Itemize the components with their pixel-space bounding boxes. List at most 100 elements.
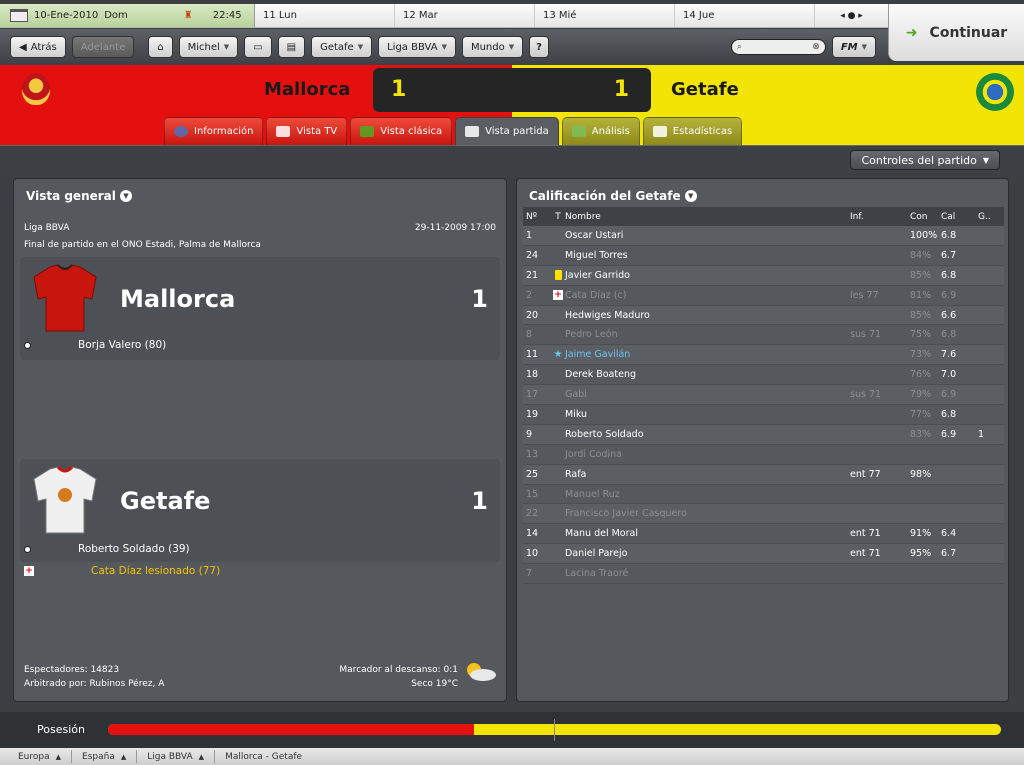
player-name[interactable]: Rafa (565, 469, 850, 480)
league-menu[interactable]: Liga BBVA ▼ (378, 36, 456, 58)
table-row[interactable]: 19 Miku 77% 6.8 (523, 405, 1004, 425)
away-team-name[interactable]: Getafe (671, 79, 739, 100)
player-number: 8 (526, 329, 533, 341)
player-name[interactable]: Roberto Soldado (565, 429, 850, 440)
player-name[interactable]: Pedro León (565, 329, 850, 340)
player-name[interactable]: Jaime Gavilán (565, 349, 850, 360)
player-info: ent 71 (850, 548, 881, 560)
info-icon (174, 126, 188, 137)
away-team-title[interactable]: Getafe (120, 487, 210, 515)
table-row[interactable]: 14 Manu del Moral ent 71 91% 6.4 (523, 524, 1004, 545)
tab-estadisticas[interactable]: Estadísticas (642, 117, 743, 145)
table-row[interactable]: 15 Manuel Ruz (523, 485, 1004, 505)
table-row[interactable]: 2 + Cata Díaz (c) les 77 81% 6.9 (523, 286, 1004, 306)
player-name[interactable]: Javier Garrido (565, 270, 850, 281)
help-button[interactable]: ? (529, 36, 549, 58)
inbox-button[interactable]: ▭ (244, 36, 272, 58)
calendar-day[interactable]: 12 Mar (395, 4, 535, 27)
forward-button[interactable]: Adelante (71, 36, 135, 58)
table-row[interactable]: 18 Derek Boateng 76% 7.0 (523, 365, 1004, 386)
breadcrumb-item[interactable]: Europa (18, 752, 50, 762)
breadcrumb-item[interactable]: España (82, 752, 115, 762)
news-button[interactable]: ▤ (277, 36, 306, 58)
getafe-crest-icon[interactable] (976, 73, 1014, 111)
calendar-nav[interactable]: ◂ ● ▸ (815, 11, 888, 21)
player-name[interactable]: Gabi (565, 389, 850, 400)
chevron-up-icon[interactable]: ▲ (121, 753, 126, 761)
col-header-name[interactable]: Nombre (565, 212, 850, 222)
calendar-day[interactable]: 14 Jue (675, 4, 815, 27)
tab-analisis[interactable]: Análisis (561, 117, 640, 145)
manager-menu[interactable]: Michel ▼ (178, 36, 239, 58)
player-rating: 7.0 (941, 369, 957, 381)
table-row[interactable]: 22 Francisco Javier Casquero (523, 504, 1004, 525)
col-header-condition[interactable]: Con (910, 212, 941, 222)
col-header-goals[interactable]: G.. (978, 212, 1002, 222)
home-team-name[interactable]: Mallorca (264, 79, 350, 100)
star-icon: ★ (553, 349, 563, 361)
player-number: 25 (526, 468, 539, 480)
away-goal-event[interactable]: Roberto Soldado (39) (24, 543, 190, 555)
breadcrumb-item[interactable]: Liga BBVA (147, 752, 192, 762)
table-row[interactable]: 25 Rafa ent 77 98% (523, 464, 1004, 485)
table-row[interactable]: 20 Hedwiges Maduro 85% 6.6 (523, 305, 1004, 326)
team-menu[interactable]: Getafe ▼ (311, 36, 373, 58)
col-header-rating[interactable]: Cal (941, 212, 978, 222)
continue-button[interactable]: ➜ Continuar (888, 4, 1024, 61)
col-header-info[interactable]: Inf. (850, 212, 910, 222)
table-row[interactable]: 1 Oscar Ustari 100% 6.8 (523, 226, 1004, 246)
table-row[interactable]: 13 Jordi Codina (523, 445, 1004, 465)
home-goal-event[interactable]: Borja Valero (80) (24, 339, 166, 351)
home-team-title[interactable]: Mallorca (120, 285, 235, 313)
table-row[interactable]: 7 Lacina Traoré (523, 564, 1004, 585)
chevron-up-icon[interactable]: ▲ (56, 753, 61, 761)
player-name[interactable]: Hedwiges Maduro (565, 310, 850, 321)
table-row[interactable]: 8 Pedro León sus 71 75% 6.8 (523, 325, 1004, 346)
table-row[interactable]: 17 Gabi sus 71 79% 6.9 (523, 385, 1004, 406)
player-name[interactable]: Francisco Javier Casquero (565, 508, 850, 519)
league-label: Liga BBVA (387, 41, 438, 53)
player-name[interactable]: Oscar Ustari (565, 230, 850, 241)
table-row[interactable]: 10 Daniel Parejo ent 71 95% 6.7 (523, 544, 1004, 565)
tab-vista-partida[interactable]: Vista partida (455, 117, 559, 145)
player-name[interactable]: Miku (565, 409, 850, 420)
fm-menu[interactable]: FM ▼ (831, 36, 876, 58)
overview-title[interactable]: Vista general ▼ (26, 189, 132, 203)
world-menu[interactable]: Mundo ▼ (461, 36, 524, 58)
chevron-up-icon[interactable]: ▲ (199, 753, 204, 761)
player-condition: 84% (910, 249, 932, 261)
table-row[interactable]: 24 Miguel Torres 84% 6.7 (523, 246, 1004, 266)
referee[interactable]: Arbitrado por: Rubinos Pérez, A (24, 679, 164, 689)
tab-informacion[interactable]: Información (164, 117, 264, 145)
player-name[interactable]: Miguel Torres (565, 250, 850, 261)
clear-search-icon[interactable]: ⊗ (812, 42, 820, 52)
tab-vista-tv[interactable]: Vista TV (266, 117, 348, 145)
tab-vista-clasica[interactable]: Vista clásica (350, 117, 453, 145)
search-input[interactable]: ⌕ ⊗ (730, 39, 826, 55)
player-name[interactable]: Manuel Ruz (565, 489, 850, 500)
calendar-today[interactable]: 10-Ene-2010 Dom ♜ 22:45 (0, 4, 255, 27)
back-button[interactable]: ◀ Atrás (10, 36, 66, 58)
table-row[interactable]: 11 ★ Jaime Gavilán 73% 7.6 (523, 345, 1004, 366)
table-row[interactable]: 9 Roberto Soldado 83% 6.9 1 (523, 424, 1004, 445)
match-controls-dropdown[interactable]: Controles del partido ▼ (850, 150, 1000, 170)
match-controls-label: Controles del partido (861, 153, 977, 167)
mallorca-crest-icon[interactable] (22, 73, 50, 105)
ratings-title[interactable]: Calificación del Getafe ▼ (529, 189, 697, 203)
calendar-day[interactable]: 11 Lun (255, 4, 395, 27)
col-header-number[interactable]: Nº (523, 212, 551, 222)
fm-label: FM (840, 41, 858, 53)
away-injury-event[interactable]: + Cata Díaz lesionado (77) (24, 565, 220, 577)
home-button[interactable]: ⌂ (148, 36, 173, 58)
calendar-day[interactable]: 13 Mié (535, 4, 675, 27)
player-name[interactable]: Cata Díaz (c) (565, 290, 850, 301)
chevron-down-icon: ▼ (861, 43, 867, 51)
player-name[interactable]: Derek Boateng (565, 369, 850, 380)
player-name[interactable]: Manu del Moral (565, 528, 850, 539)
player-name[interactable]: Jordi Codina (565, 449, 850, 460)
competition-name[interactable]: Liga BBVA (24, 223, 69, 233)
col-header-tag[interactable]: T (551, 212, 565, 222)
player-name[interactable]: Lacina Traoré (565, 568, 850, 579)
player-name[interactable]: Daniel Parejo (565, 548, 850, 559)
table-row[interactable]: 21 Javier Garrido 85% 6.8 (523, 265, 1004, 286)
